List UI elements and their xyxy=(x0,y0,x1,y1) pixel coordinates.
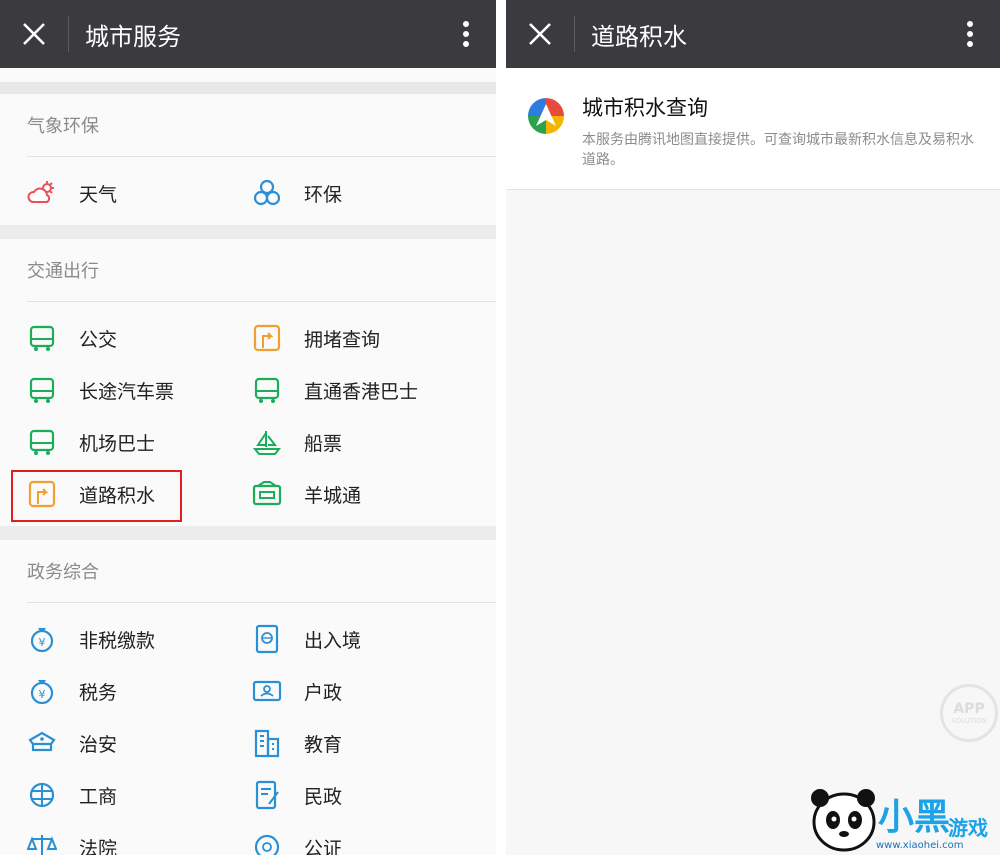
globe-icon xyxy=(27,780,57,810)
more-menu-icon[interactable] xyxy=(940,0,1000,68)
road-flooding-panel: 道路积水 城市积水查询 本服务由腾讯地图直接提供。可查询城市最新积水信息及易积水… xyxy=(506,0,1000,855)
topbar-separator xyxy=(574,16,575,52)
money-bag-icon: ¥ xyxy=(27,676,57,706)
tencent-map-logo-icon xyxy=(526,96,566,136)
service-non-tax-payment[interactable]: ¥ 非税缴款 xyxy=(27,613,252,665)
service-bus[interactable]: 公交 xyxy=(27,312,252,364)
service-description: 本服务由腾讯地图直接提供。可查询城市最新积水信息及易积水道路。 xyxy=(582,132,974,168)
service-label: 船票 xyxy=(304,432,343,455)
city-services-panel: 城市服务 气象环保 天气 环保 交通出行 公交 拥堵查询 长途汽车票 直通香港巴… xyxy=(0,0,496,855)
left-topbar: 城市服务 xyxy=(0,0,496,68)
service-road-flooding[interactable]: 道路积水 xyxy=(11,468,252,522)
service-tax[interactable]: ¥ 税务 xyxy=(27,665,252,717)
service-public-security[interactable]: 治安 xyxy=(27,717,252,769)
card-icon xyxy=(252,479,282,509)
service-label: 天气 xyxy=(79,183,118,206)
service-label: 工商 xyxy=(79,785,118,808)
service-label: 出入境 xyxy=(304,629,362,652)
bus-icon xyxy=(27,375,57,405)
scales-icon xyxy=(27,832,57,855)
money-bag-icon: ¥ xyxy=(27,624,57,654)
road-sign-icon xyxy=(252,323,282,353)
service-label: 直通香港巴士 xyxy=(304,380,419,403)
watermark-text: APP xyxy=(953,701,985,717)
service-education[interactable]: 教育 xyxy=(252,717,477,769)
service-label: 羊城通 xyxy=(304,484,362,507)
ship-icon xyxy=(252,427,282,457)
close-icon[interactable] xyxy=(0,0,68,68)
service-industry-commerce[interactable]: 工商 xyxy=(27,769,252,821)
recycle-icon xyxy=(252,178,282,208)
service-label: 税务 xyxy=(79,681,118,704)
section-gap xyxy=(0,526,496,540)
section-header: 气象环保 xyxy=(27,116,99,137)
section-government: 政务综合 ¥ 非税缴款 出入境 ¥ 税务 户政 治安 教育 工商 民政 法院 公… xyxy=(0,540,496,855)
right-topbar: 道路积水 xyxy=(506,0,1000,68)
service-weather[interactable]: 天气 xyxy=(27,167,252,219)
service-label: 公交 xyxy=(79,328,118,351)
service-label: 教育 xyxy=(304,733,343,756)
service-label: 道路积水 xyxy=(79,484,156,507)
service-congestion[interactable]: 拥堵查询 xyxy=(252,312,477,364)
service-label: 机场巴士 xyxy=(79,432,156,455)
site-url: www.xiaohei.com xyxy=(876,840,964,851)
service-ferry[interactable]: 船票 xyxy=(252,416,477,468)
service-label: 环保 xyxy=(304,183,343,206)
bus-icon xyxy=(27,323,57,353)
service-notary[interactable]: 公证 xyxy=(252,821,477,855)
service-environment[interactable]: 环保 xyxy=(252,167,477,219)
watermark-subtext: SOLUTION xyxy=(951,717,987,725)
police-cap-icon xyxy=(27,728,57,758)
section-transport: 交通出行 公交 拥堵查询 长途汽车票 直通香港巴士 机场巴士 船票 道路积水 羊… xyxy=(0,239,496,526)
document-icon xyxy=(252,780,282,810)
brand-text: 小黑 xyxy=(878,797,951,838)
panel-divider xyxy=(496,0,506,855)
svg-text:¥: ¥ xyxy=(39,688,46,701)
close-icon[interactable] xyxy=(506,0,574,68)
bus-icon xyxy=(252,375,282,405)
service-label: 非税缴款 xyxy=(79,629,156,652)
passport-icon xyxy=(252,624,282,654)
service-flood-query[interactable]: 城市积水查询 本服务由腾讯地图直接提供。可查询城市最新积水信息及易积水道路。 xyxy=(506,68,1000,190)
page-title: 城市服务 xyxy=(85,22,181,51)
service-airport-bus[interactable]: 机场巴士 xyxy=(27,416,252,468)
app-solution-watermark: APP SOLUTION xyxy=(940,684,998,742)
seal-icon xyxy=(252,832,282,855)
bus-icon xyxy=(27,427,57,457)
service-label: 治安 xyxy=(79,733,118,756)
service-long-distance-bus[interactable]: 长途汽车票 xyxy=(27,364,252,416)
service-hk-bus[interactable]: 直通香港巴士 xyxy=(252,364,477,416)
service-label: 公证 xyxy=(304,837,343,855)
section-weather-env: 气象环保 天气 环保 xyxy=(0,94,496,225)
service-court[interactable]: 法院 xyxy=(27,821,252,855)
service-name: 城市积水查询 xyxy=(582,96,708,120)
svg-text:¥: ¥ xyxy=(39,636,46,649)
panda-icon xyxy=(811,789,876,852)
weather-icon xyxy=(27,178,57,208)
topbar-separator xyxy=(68,16,69,52)
brand-subtext: 游戏 xyxy=(948,816,988,840)
page-title: 道路积水 xyxy=(591,22,687,51)
service-label: 户政 xyxy=(304,681,343,704)
service-civil-affairs[interactable]: 民政 xyxy=(252,769,477,821)
section-header: 交通出行 xyxy=(27,261,99,282)
service-immigration[interactable]: 出入境 xyxy=(252,613,477,665)
id-card-icon xyxy=(252,676,282,706)
site-logo: 小黑 游戏 www.xiaohei.com xyxy=(806,782,1000,855)
section-gap xyxy=(0,225,496,239)
service-label: 法院 xyxy=(79,837,118,855)
service-label: 民政 xyxy=(304,785,343,808)
service-label: 长途汽车票 xyxy=(79,380,175,403)
section-gap xyxy=(0,68,496,94)
road-sign-icon xyxy=(27,479,57,509)
service-yangchengtong[interactable]: 羊城通 xyxy=(252,468,477,520)
service-label: 拥堵查询 xyxy=(304,328,381,351)
building-icon xyxy=(252,728,282,758)
section-header: 政务综合 xyxy=(27,562,99,583)
service-household[interactable]: 户政 xyxy=(252,665,477,717)
service-info: 城市积水查询 本服务由腾讯地图直接提供。可查询城市最新积水信息及易积水道路。 xyxy=(582,92,982,189)
more-menu-icon[interactable] xyxy=(436,0,496,68)
